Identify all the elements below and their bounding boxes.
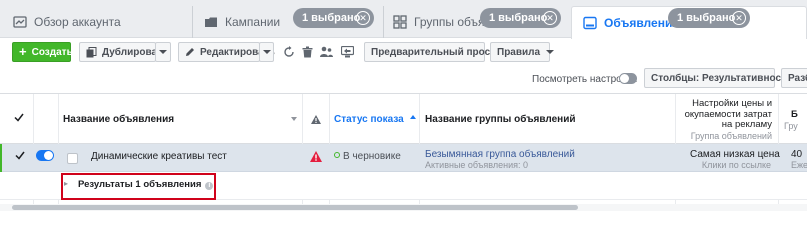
row-checkbox[interactable] xyxy=(15,151,25,163)
refresh-icon[interactable] xyxy=(280,42,298,62)
sort-down-icon[interactable] xyxy=(291,117,297,121)
view-settings-bar: Посмотреть настройки Столбцы: Результати… xyxy=(0,67,807,91)
duplicate-dropdown-button[interactable] xyxy=(155,42,171,62)
ad-status-toggle[interactable] xyxy=(36,150,54,161)
rules-button[interactable]: Правила xyxy=(490,42,555,62)
chevron-down-icon xyxy=(262,50,271,54)
people-icon[interactable] xyxy=(317,42,335,62)
column-header-name[interactable]: Название объявления xyxy=(63,94,299,144)
clear-ads-selection-icon[interactable]: ✕ xyxy=(732,11,746,25)
chevron-down-icon xyxy=(546,50,555,54)
select-all-checkbox[interactable] xyxy=(14,113,24,125)
table-header: Название объявления Статус показа Назван… xyxy=(0,94,807,144)
warning-icon xyxy=(311,114,321,124)
ads-table: Название объявления Статус показа Назван… xyxy=(0,93,807,206)
budget-value: 40 xyxy=(791,149,803,160)
home-icon xyxy=(12,14,28,30)
sort-up-icon[interactable] xyxy=(410,115,416,119)
adset-link[interactable]: Безымянная группа объявлений xyxy=(425,149,575,160)
toolbar: + Создать Дублировать Редактировать Пред… xyxy=(0,39,807,66)
column-header-bid-strategy[interactable]: Настройки цены и окупаемости затрат на р… xyxy=(677,98,772,142)
column-header-adset[interactable]: Название группы объявлений xyxy=(425,94,670,144)
adset-active-ads-count: Активные объявления: 0 xyxy=(425,160,528,170)
duplicate-button[interactable]: Дублировать xyxy=(79,42,168,62)
breakdown-dropdown[interactable]: Разб xyxy=(781,68,807,88)
edit-button[interactable]: Редактировать xyxy=(178,42,275,62)
highlight-annotation-box xyxy=(61,173,216,200)
folder-icon xyxy=(203,14,219,30)
delivery-status: В черновике xyxy=(334,151,401,162)
ad-icon xyxy=(582,15,598,31)
draft-status-icon xyxy=(334,152,340,158)
duplicate-icon xyxy=(86,46,97,58)
pencil-icon xyxy=(185,47,195,57)
ad-preview-thumbnail xyxy=(67,153,78,164)
warning-icon[interactable] xyxy=(310,151,322,165)
column-header-budget[interactable]: Б Гру xyxy=(784,109,798,132)
clear-adsets-selection-icon[interactable]: ✕ xyxy=(543,11,557,25)
column-header-warnings[interactable] xyxy=(311,94,321,144)
column-header-status[interactable]: Статус показа xyxy=(334,94,419,144)
tab-campaigns-label: Кампании xyxy=(225,15,281,29)
clear-campaigns-selection-icon[interactable]: ✕ xyxy=(356,11,370,25)
campaigns-selected-badge: 1 выбрано ✕ xyxy=(293,8,374,28)
grid-icon xyxy=(392,14,408,30)
tab-overview-label: Обзор аккаунта xyxy=(34,15,121,29)
chevron-down-icon xyxy=(159,50,167,54)
create-button[interactable]: + Создать xyxy=(12,42,73,62)
tab-overview[interactable]: Обзор аккаунта xyxy=(8,6,188,38)
budget-sub: Еже xyxy=(791,160,807,170)
preview-button[interactable]: Предварительный просмотр xyxy=(364,42,514,62)
horizontal-scrollbar[interactable] xyxy=(12,205,578,210)
share-icon[interactable] xyxy=(338,42,356,62)
bid-strategy-sub: Клики по ссылке xyxy=(701,160,771,170)
ad-name[interactable]: Динамические креативы тест xyxy=(91,151,227,162)
preview-settings-toggle[interactable] xyxy=(619,73,637,84)
trash-icon[interactable] xyxy=(298,42,316,62)
columns-dropdown[interactable]: Столбцы: Результативность xyxy=(644,68,807,88)
ads-selected-badge: 1 выбрано ✕ xyxy=(668,8,750,28)
bid-strategy-value: Самая низкая цена xyxy=(690,149,780,160)
selected-row-indicator xyxy=(0,144,2,172)
edit-dropdown-button[interactable] xyxy=(259,42,274,62)
plus-icon: + xyxy=(19,44,27,59)
tab-bar: Обзор аккаунта Кампании 1 выбрано ✕ Груп… xyxy=(0,0,807,39)
adsets-selected-badge: 1 выбрано ✕ xyxy=(480,8,561,28)
